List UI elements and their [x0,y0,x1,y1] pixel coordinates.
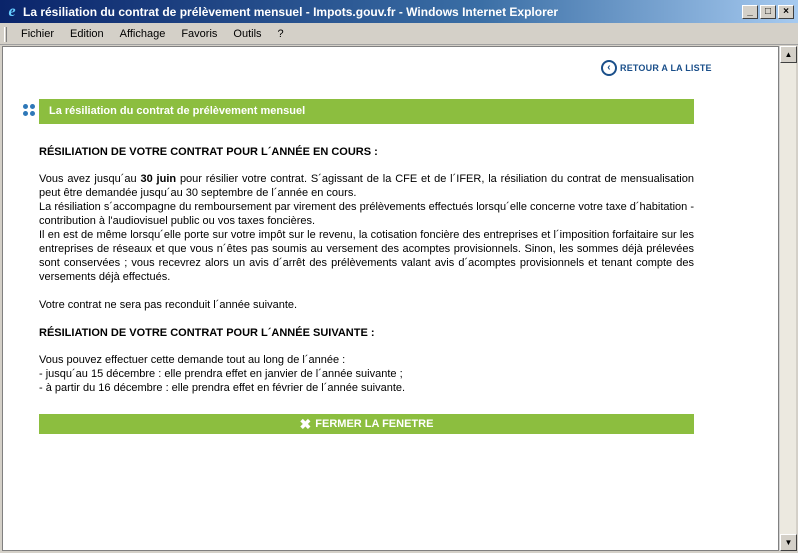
heading-next-year: RÉSILIATION DE VOTRE CONTRAT POUR L´ANNÉ… [39,327,375,339]
close-button-label: FERMER LA FENETRE [315,418,434,430]
menu-affichage[interactable]: Affichage [112,28,174,40]
page-viewport: ‹ RETOUR A LA LISTE La résiliation du co… [2,46,779,551]
menu-help[interactable]: ? [270,28,292,40]
paragraph-deadline: Vous avez jusqu´au 30 juin pour résilier… [39,173,694,199]
menu-fichier[interactable]: Fichier [13,28,62,40]
paragraph-after-16-dec: - à partir du 16 décembre : elle prendra… [39,382,406,394]
paragraph-refund: La résiliation s´accompagne du rembourse… [39,201,694,227]
scroll-up-arrow-icon[interactable]: ▲ [780,46,797,63]
back-link-label: RETOUR A LA LISTE [620,63,712,73]
back-to-list-link[interactable]: ‹ RETOUR A LA LISTE [601,60,712,76]
paragraph-anytime: Vous pouvez effectuer cette demande tout… [39,354,346,366]
paragraph-not-renewed: Votre contrat ne sera pas reconduit l´an… [39,299,298,311]
toolbar-grip [4,26,7,42]
window-title: La résiliation du contrat de prélèvement… [23,4,559,19]
close-x-icon: ✖ [299,416,312,432]
minimize-button[interactable]: _ [742,4,758,19]
window-controls: _ □ × [742,4,794,19]
paragraph-before-15-dec: - jusqu´au 15 décembre : elle prendra ef… [39,368,403,380]
section-title: La résiliation du contrat de prélèvement… [39,99,694,124]
ie-icon: e [8,2,16,20]
menu-outils[interactable]: Outils [225,28,269,40]
close-window-button[interactable]: × [778,4,794,19]
page-content: RÉSILIATION DE VOTRE CONTRAT POUR L´ANNÉ… [39,145,694,395]
section-dots-icon [23,104,37,118]
back-arrow-icon: ‹ [601,60,617,76]
vertical-scrollbar[interactable]: ▲ ▼ [779,46,797,551]
menu-edition[interactable]: Edition [62,28,112,40]
close-window-page-button[interactable]: ✖ FERMER LA FENETRE [39,414,694,434]
heading-current-year: RÉSILIATION DE VOTRE CONTRAT POUR L´ANNÉ… [39,146,378,158]
menu-favoris[interactable]: Favoris [173,28,225,40]
maximize-button[interactable]: □ [760,4,776,19]
paragraph-income-tax: Il en est de même lorsqu´elle porte sur … [39,229,694,283]
scroll-down-arrow-icon[interactable]: ▼ [780,534,797,551]
menu-bar: Fichier Edition Affichage Favoris Outils… [0,24,798,45]
window-titlebar: e La résiliation du contrat de prélèveme… [0,0,798,23]
